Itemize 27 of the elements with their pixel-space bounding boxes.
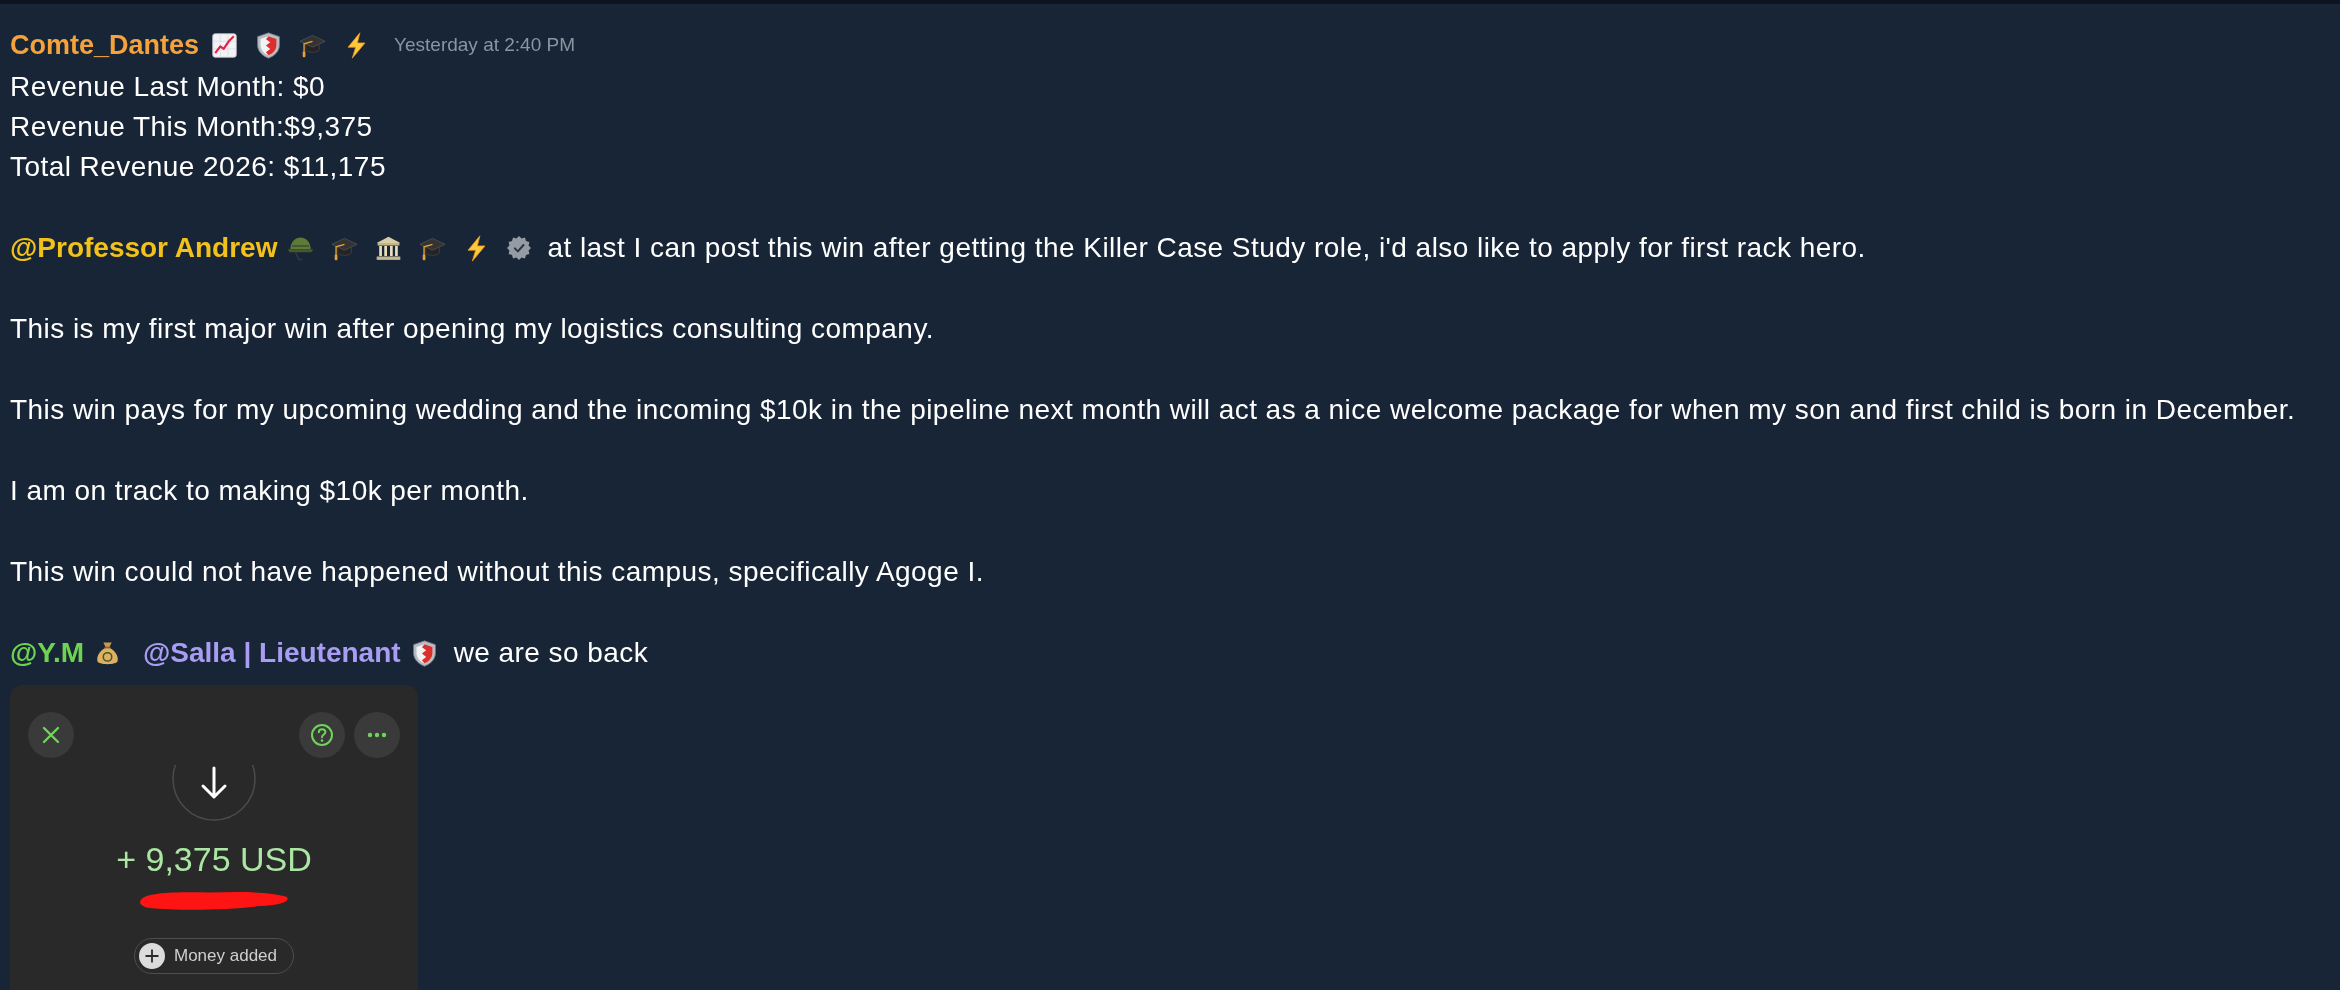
mention-link[interactable]: @Y.M (10, 633, 84, 673)
chart-icon (211, 31, 239, 59)
author-name[interactable]: Comte_Dantes (10, 29, 200, 61)
message-text: we are so back (453, 636, 649, 670)
shield-icon (410, 639, 438, 667)
help-icon (299, 712, 345, 758)
message-text: Total Revenue 2026: $11,175 (10, 150, 386, 184)
down-arrow-icon (172, 765, 256, 822)
message-text: This win could not have happened without this campus, specifically Agoge I. (10, 555, 984, 589)
message-text: I am on track to making $10k per month. (10, 474, 529, 508)
timestamp: Yesterday at 2:40 PM (394, 34, 576, 56)
message-text: Revenue This Month:$9,375 (10, 110, 373, 144)
mention-link[interactable]: @Professor Andrew (10, 228, 278, 268)
message-text: Revenue Last Month: $0 (10, 70, 325, 104)
plus-icon (139, 943, 165, 969)
message-text: at last I can post this win after getting the Killer Case Study role, i'd also like to apply for first rack hero. (547, 231, 1866, 265)
status-text: Money added (174, 946, 277, 966)
message-text: This win pays for my upcoming wedding and the incoming $10k in the pipeline next month will act as a nice welcome package for when my son and first child is born in December. (10, 393, 2296, 427)
shield-icon (255, 31, 283, 59)
mention-link[interactable]: @Salla | Lieutenant (143, 633, 401, 673)
attachment-image[interactable]: + 9,375 USD Money added (10, 685, 418, 990)
message-text: This is my first major win after opening my logistics consulting company. (10, 312, 934, 346)
close-icon (28, 712, 74, 758)
columns-building-icon (375, 234, 403, 262)
verified-badge-icon (507, 236, 532, 260)
more-icon (354, 712, 400, 758)
amount-text: + 9,375 USD (116, 839, 312, 880)
